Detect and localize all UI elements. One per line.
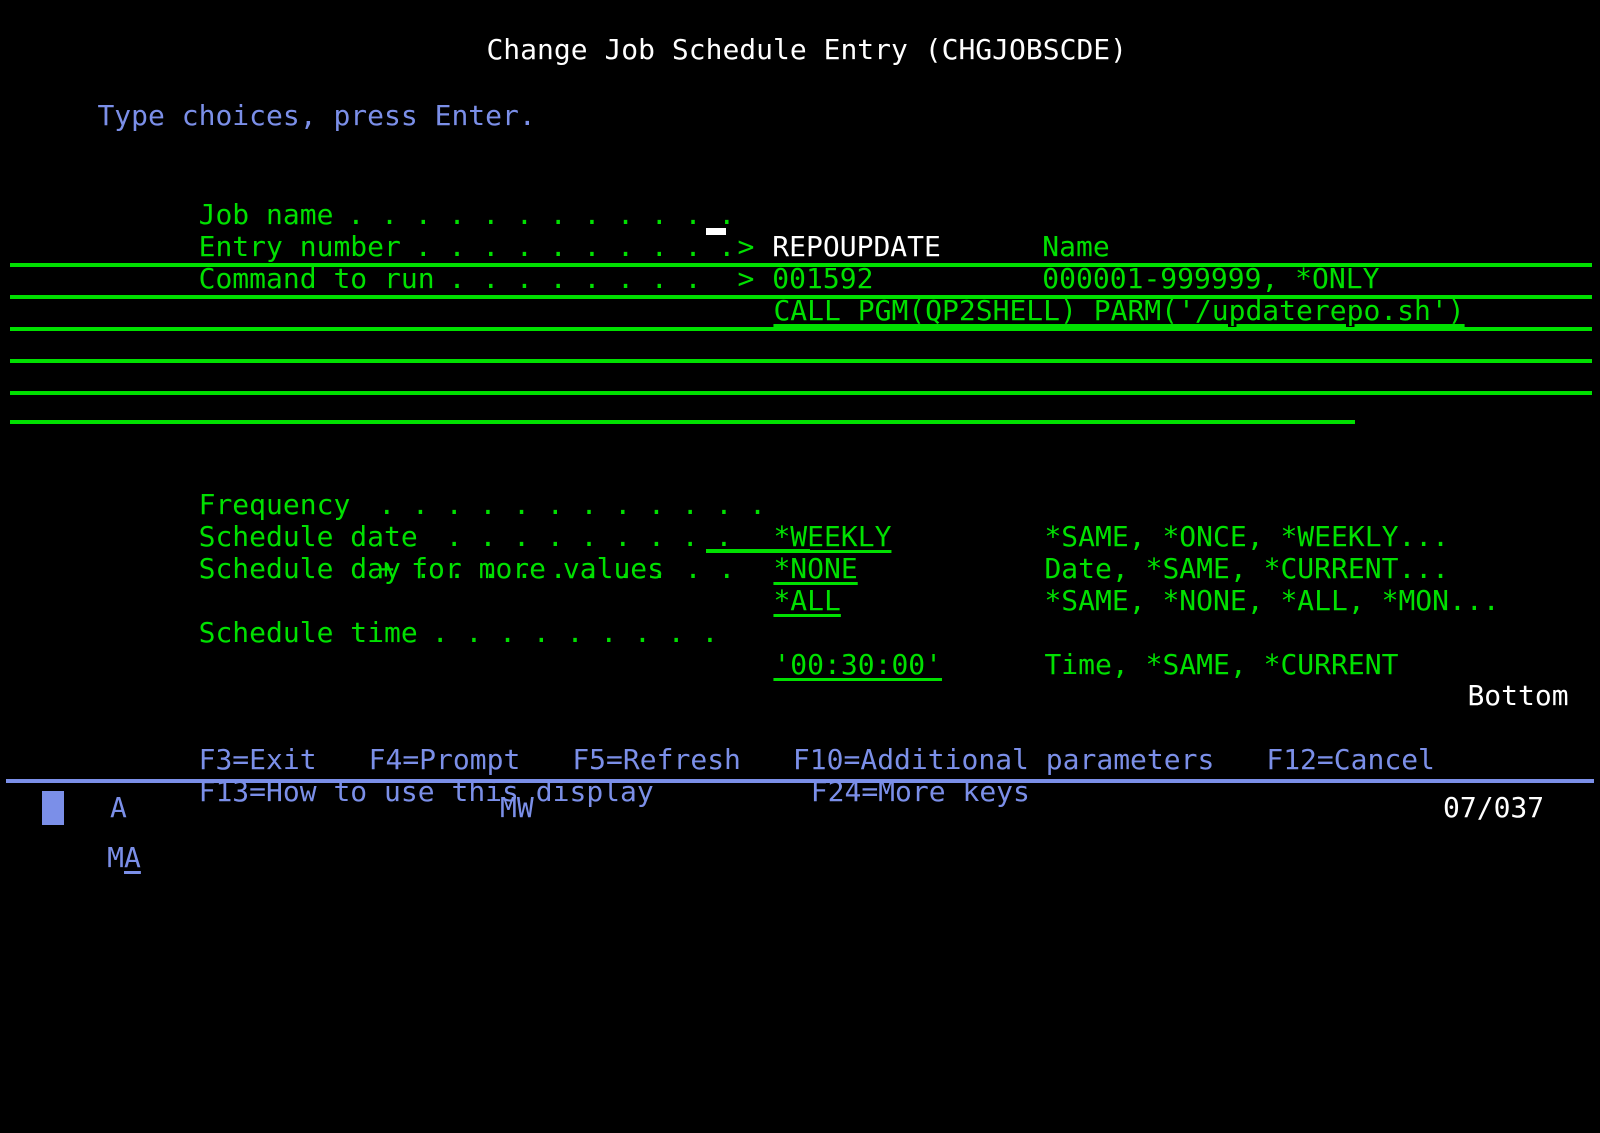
command-continuation-line-1[interactable] [10,263,1592,267]
terminal-screen: Change Job Schedule Entry (CHGJOBSCDE) T… [0,0,1600,874]
command-continuation-line-2[interactable] [10,295,1592,299]
field-row-command-to-run: Command to run. . . . . . . . CALL PGM(Q… [0,199,1600,327]
text-cursor [706,228,726,235]
status-bar: MA MA A MW 07/037 [0,783,1600,874]
status-cursor-position: 07/037 [1443,791,1545,824]
command-continuation-line-6[interactable] [10,420,1355,424]
status-cursor-block [42,791,64,825]
page-title: Change Job Schedule Entry (CHGJOBSCDE) [486,33,1128,66]
position-indicator-row: Bottom [0,648,1600,712]
field-value-entry-number[interactable]: 001592 [772,263,1042,295]
field-row-schedule-time: Schedule time. . . . . . . . . '00:30:00… [0,553,1600,681]
field-label-schedule-time: Schedule time [198,616,418,649]
field-row-entry-number: Entry number. . . . . . . . . . >001592 0… [0,167,1600,295]
screen-title-row: Change Job Schedule Entry (CHGJOBSCDE) [0,2,1600,66]
field-row-frequency: Frequency. . . . . . . . . . . . *WEEKLY… [0,425,1600,553]
instruction-text: Type choices, press Enter. [97,99,536,132]
command-continuation-line-5[interactable] [10,391,1592,395]
function-key-row-2: F13=How to use this display F24=More keys [0,712,1600,808]
field-row-schedule-date: Schedule date. . . . . . . . . *NONE Date… [0,457,1600,585]
field-row-schedule-day: Schedule day. . . . . . . . . . *ALL *SAM… [0,489,1600,617]
field-dots-schedule-time: . . . . . . . . . [431,616,719,649]
fkey-f12-cancel[interactable]: F12=Cancel [1266,743,1435,776]
function-key-row-1: F3=Exit F4=Prompt F5=Refresh F10=Additional… [0,680,1600,776]
command-continuation-line-3[interactable] [10,327,1592,331]
command-continuation-line-4[interactable] [10,359,1592,363]
instruction-row: Type choices, press Enter. [0,68,1600,132]
status-input-indicator: A [110,791,127,824]
status-mode-indicator: MW [500,791,534,824]
field-row-job-name: Job name. . . . . . . . . . . . > REPOUPD… [0,135,1600,263]
